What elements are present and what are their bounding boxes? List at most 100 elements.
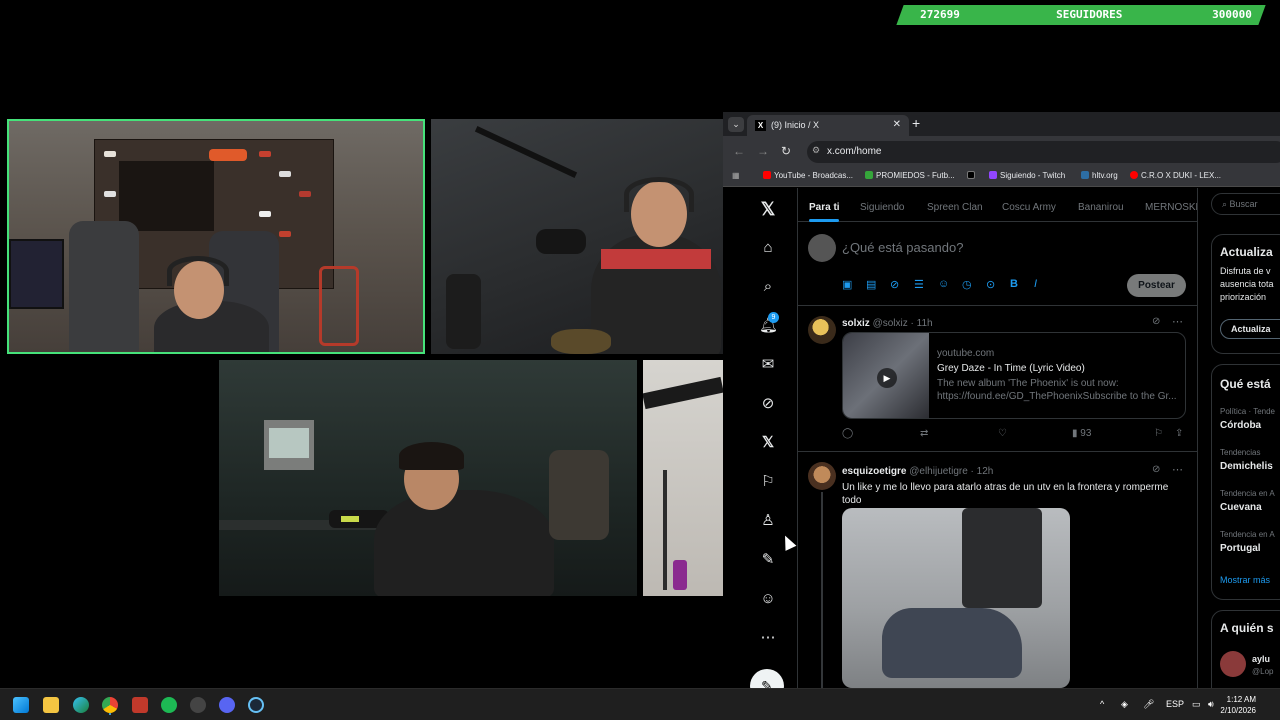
clock[interactable]: 1:12 AM 2/10/2026: [1220, 694, 1256, 716]
more-options-icon[interactable]: ⋯: [1172, 315, 1183, 328]
guitar-stand: [549, 450, 609, 540]
gif-icon[interactable]: ▤: [866, 278, 876, 291]
premium-button[interactable]: Actualiza: [1220, 319, 1280, 339]
communities-icon[interactable]: ♙: [759, 512, 777, 530]
trend-item[interactable]: Cuevana: [1220, 502, 1262, 513]
link-card[interactable]: ▶ youtube.com Grey Daze - In Time (Lyric…: [842, 332, 1186, 419]
chrome-icon[interactable]: [102, 697, 118, 713]
tweet-image[interactable]: [842, 508, 1070, 688]
tab-spreen-clan[interactable]: Spreen Clan: [927, 202, 983, 213]
steam-icon[interactable]: [248, 697, 264, 713]
notification-badge: 9: [768, 312, 779, 323]
trend-item[interactable]: Córdoba: [1220, 420, 1261, 431]
emoji-icon[interactable]: ☺: [938, 278, 949, 290]
like-icon[interactable]: ♡: [998, 428, 1007, 439]
tweet[interactable]: esquizoetigre @elhijuetigre · 12h ⊘ ⋯ Un…: [798, 452, 1197, 688]
microphone-icon[interactable]: 🎤︎: [1143, 699, 1154, 710]
discord-icon[interactable]: [219, 697, 235, 713]
volume-icon[interactable]: 🔊︎: [1208, 699, 1214, 710]
tab-mernoske[interactable]: MERNOSKE: [1145, 202, 1197, 213]
notifications-icon[interactable]: 🔔︎ 9: [759, 312, 779, 335]
tab-bananirou[interactable]: Bananirou: [1078, 202, 1124, 213]
back-icon[interactable]: ←: [733, 144, 745, 158]
url-text: x.com/home: [827, 146, 882, 157]
tab-para-ti[interactable]: Para ti: [809, 202, 840, 213]
media-icon[interactable]: ▣: [842, 278, 852, 291]
bold-icon[interactable]: B: [1010, 278, 1018, 290]
premium-x-icon[interactable]: 𝕏: [759, 434, 777, 452]
bookmark-duki[interactable]: C.R.O X DUKI - LEX...: [1130, 171, 1221, 180]
new-tab-button[interactable]: +: [912, 115, 920, 131]
apps-icon[interactable]: ▦: [732, 171, 740, 180]
tab-siguiendo[interactable]: Siguiendo: [860, 202, 904, 213]
x-logo-icon[interactable]: 𝕏: [759, 200, 777, 218]
trend-item[interactable]: Portugal: [1220, 543, 1261, 554]
trend-item[interactable]: Demichelis: [1220, 461, 1273, 472]
grok-icon[interactable]: ⊘: [890, 278, 899, 291]
bookmark-twitch[interactable]: Siguiendo - Twitch: [989, 171, 1065, 180]
tweet-avatar[interactable]: [808, 316, 836, 344]
tweet-avatar[interactable]: [808, 462, 836, 490]
grok-icon[interactable]: ⊘: [1152, 316, 1160, 327]
tab-search-button[interactable]: ⌄: [728, 117, 744, 132]
followers-current: 272699: [920, 8, 960, 21]
italic-icon[interactable]: I: [1034, 278, 1037, 290]
search-icon: ⌕: [1222, 199, 1230, 209]
compose-input[interactable]: ¿Qué está pasando?: [842, 240, 963, 255]
url-input[interactable]: ⚙ x.com/home: [807, 141, 1280, 163]
grok-icon[interactable]: ⊘: [1152, 464, 1160, 475]
network-icon[interactable]: ▭: [1192, 699, 1201, 710]
profile-icon[interactable]: ☺: [759, 590, 777, 608]
close-tab-icon[interactable]: ✕: [893, 119, 901, 130]
search-icon[interactable]: ⌕: [759, 278, 777, 296]
tweet-author[interactable]: solxiz @solxiz · 11h: [842, 318, 933, 329]
tab-coscu-army[interactable]: Coscu Army: [1002, 202, 1056, 213]
file-explorer-icon[interactable]: [43, 697, 59, 713]
tweet-author[interactable]: esquizoetigre @elhijuetigre · 12h: [842, 466, 993, 477]
tweet[interactable]: solxiz @solxiz · 11h ⊘ ⋯ ▶ youtube.com G…: [798, 306, 1197, 452]
tray-chevron-icon[interactable]: ^: [1100, 699, 1104, 709]
home-icon[interactable]: ⌂: [759, 239, 777, 257]
suggested-avatar[interactable]: [1220, 651, 1246, 677]
show-more-link[interactable]: Mostrar más: [1220, 575, 1270, 585]
reply-icon[interactable]: ◯: [842, 428, 853, 439]
trends-title: Qué está: [1220, 377, 1271, 391]
edge-icon[interactable]: [73, 697, 89, 713]
steam-tray-icon[interactable]: ◈: [1121, 699, 1128, 710]
bookmark-icon[interactable]: ⚐: [1154, 428, 1163, 439]
suggested-name[interactable]: aylu: [1252, 654, 1270, 664]
browser-tab[interactable]: X (9) Inicio / X ✕: [747, 115, 909, 136]
schedule-icon[interactable]: ◷: [962, 278, 972, 291]
location-icon[interactable]: ⊙: [986, 278, 995, 291]
tv-screen: [119, 161, 214, 231]
search-box[interactable]: ⌕ Buscar: [1211, 193, 1280, 215]
forward-icon[interactable]: →: [757, 144, 769, 158]
post-button[interactable]: Postear: [1127, 274, 1186, 297]
follower-goal-bar: 272699 SEGUIDORES 300000: [896, 5, 1266, 25]
bookmark-x[interactable]: [967, 171, 978, 180]
grok-icon[interactable]: ⊘: [759, 395, 777, 413]
bookmarks-icon[interactable]: ⚐: [759, 473, 777, 491]
poll-icon[interactable]: ☰: [914, 278, 924, 291]
play-icon: ▶: [877, 368, 897, 388]
bookmarks-bar: ▦ YouTube - Broadcas... PROMIEDOS - Futb…: [723, 167, 1280, 187]
user-avatar[interactable]: [808, 234, 836, 262]
app-icon[interactable]: [190, 697, 206, 713]
views-icon[interactable]: ▮ 93: [1072, 428, 1091, 439]
messages-icon[interactable]: ✉: [759, 356, 777, 374]
app-icon[interactable]: [132, 697, 148, 713]
start-icon[interactable]: [13, 697, 29, 713]
bookmark-hltv[interactable]: hltv.org: [1081, 171, 1118, 180]
spotify-icon[interactable]: [161, 697, 177, 713]
more-options-icon[interactable]: ⋯: [1172, 463, 1183, 476]
language-indicator[interactable]: ESP: [1166, 699, 1184, 709]
articles-icon[interactable]: ✎: [759, 551, 777, 569]
reload-icon[interactable]: ↻: [781, 144, 791, 158]
site-info-icon[interactable]: ⚙: [812, 145, 820, 156]
share-icon[interactable]: ⇪: [1175, 428, 1183, 439]
bookmark-youtube[interactable]: YouTube - Broadcas...: [763, 171, 853, 180]
jersey-stripe: [601, 249, 711, 269]
more-icon[interactable]: ⋯: [759, 629, 777, 647]
bookmark-promiedos[interactable]: PROMIEDOS - Futb...: [865, 171, 955, 180]
repost-icon[interactable]: ⇄: [920, 428, 928, 439]
